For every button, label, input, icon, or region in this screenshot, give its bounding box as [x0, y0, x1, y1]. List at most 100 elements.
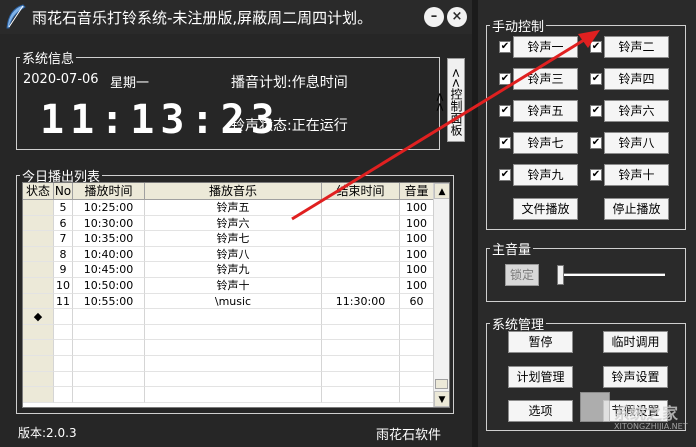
time-cell: 10:55:00	[73, 293, 145, 310]
bell-ten-checkbox[interactable]: ✔	[590, 169, 602, 181]
column-header-volume[interactable]: 音量	[400, 183, 434, 200]
number-cell: 7	[54, 231, 73, 247]
number-cell: 10	[54, 277, 73, 294]
bell-six-button[interactable]: 铃声六	[604, 100, 669, 122]
table-row[interactable]	[23, 340, 434, 356]
plan-management-button[interactable]: 计划管理	[508, 366, 573, 388]
scroll-up-icon[interactable]: ▲	[434, 183, 449, 199]
number-cell: 11	[54, 293, 73, 310]
table-row[interactable]: ◆	[23, 309, 434, 325]
music-cell: 铃声八	[145, 246, 322, 263]
company-label: 雨花石软件	[376, 428, 442, 443]
status-cell: ◆	[23, 309, 54, 325]
bell-four-button[interactable]: 铃声四	[604, 68, 669, 90]
column-header-status[interactable]: 状态	[23, 183, 54, 200]
slider-handle[interactable]	[557, 265, 564, 285]
bell-two-checkbox[interactable]: ✔	[590, 41, 602, 53]
bell-ten-button[interactable]: 铃声十	[604, 164, 669, 186]
column-header-music[interactable]: 播放音乐	[145, 183, 322, 200]
volume-cell	[400, 309, 434, 325]
volume-cell: 100	[400, 277, 434, 294]
lock-button[interactable]: 锁定	[505, 264, 539, 286]
end-time-cell	[322, 387, 400, 403]
table-row[interactable]: 10 10:50:00 铃声十 100	[23, 277, 434, 294]
bell-seven-button[interactable]: 铃声七	[513, 132, 578, 154]
table-row[interactable]: 7 10:35:00 铃声七 100	[23, 231, 434, 247]
close-button[interactable]: ×	[447, 7, 467, 27]
bell-nine-button[interactable]: 铃声九	[513, 164, 578, 186]
table-row[interactable]: 8 10:40:00 铃声八 100	[23, 246, 434, 263]
status-cell	[23, 262, 54, 278]
table-row[interactable]: 9 10:45:00 铃声九 100	[23, 262, 434, 278]
number-cell: 5	[54, 200, 73, 216]
time-cell: 10:25:00	[73, 200, 145, 216]
bell-one-checkbox[interactable]: ✔	[499, 41, 511, 53]
scroll-down-icon[interactable]: ▼	[434, 391, 449, 407]
music-cell: 铃声六	[145, 215, 322, 232]
control-panel-toggle[interactable]: <<控制面板<<	[433, 58, 465, 142]
pause-button[interactable]: 暂停	[508, 331, 573, 353]
end-time-cell	[322, 200, 400, 216]
bell-two-button[interactable]: 铃声二	[604, 36, 669, 58]
temp-call-button[interactable]: 临时调用	[603, 331, 668, 353]
bell-eight-button[interactable]: 铃声八	[604, 132, 669, 154]
bell-seven-checkbox[interactable]: ✔	[499, 137, 511, 149]
music-cell	[145, 387, 322, 403]
file-play-button[interactable]: 文件播放	[513, 198, 578, 220]
bell-nine-checkbox[interactable]: ✔	[499, 169, 511, 181]
number-cell: 6	[54, 215, 73, 232]
table-row[interactable]: 6 10:30:00 铃声六 100	[23, 215, 434, 232]
music-cell	[145, 371, 322, 388]
music-cell: 铃声七	[145, 231, 322, 247]
table-row[interactable]	[23, 355, 434, 372]
table-row[interactable]: 11 10:55:00 \music 11:30:00 60	[23, 293, 434, 310]
stop-play-button[interactable]: 停止播放	[604, 198, 669, 220]
time-cell: 10:45:00	[73, 262, 145, 278]
status-cell	[23, 215, 54, 232]
bell-three-button[interactable]: 铃声三	[513, 68, 578, 90]
table-row[interactable]	[23, 387, 434, 403]
options-button[interactable]: 选项	[508, 400, 573, 422]
status-cell	[23, 355, 54, 372]
end-time-cell	[322, 246, 400, 263]
scroll-thumb[interactable]	[435, 379, 448, 389]
music-cell: 铃声九	[145, 262, 322, 278]
bell-three-checkbox[interactable]: ✔	[499, 73, 511, 85]
vertical-scrollbar[interactable]: ▲ ▼	[433, 183, 449, 407]
column-header-no[interactable]: No	[54, 183, 73, 200]
bell-five-button[interactable]: 铃声五	[513, 100, 578, 122]
end-time-cell	[322, 277, 400, 294]
table-row[interactable]: 5 10:25:00 铃声五 100	[23, 200, 434, 216]
column-header-time[interactable]: 播放时间	[73, 183, 145, 200]
column-header-end[interactable]: 结束时间	[322, 183, 400, 200]
end-time-cell	[322, 355, 400, 372]
table-body: 5 10:25:00 铃声五 100 6 10:30:00 铃声六 100 7 10:35:00 铃…	[23, 200, 434, 403]
time-cell	[73, 324, 145, 341]
title-bar[interactable]: 雨花石音乐打铃系统-未注册版,屏蔽周二周四计划。 – ×	[0, 0, 472, 34]
feather-icon	[6, 4, 26, 29]
master-volume-slider[interactable]	[553, 263, 669, 287]
current-date: 2020-07-06	[23, 72, 99, 87]
bell-one-button[interactable]: 铃声一	[513, 36, 578, 58]
bell-five-checkbox[interactable]: ✔	[499, 105, 511, 117]
number-cell: 9	[54, 262, 73, 278]
end-time-cell	[322, 231, 400, 247]
playlist-table[interactable]: 状态 No 播放时间 播放音乐 结束时间 音量 5 10:25:00 铃声五 100 6…	[22, 182, 450, 408]
slider-track	[557, 273, 665, 276]
status-cell	[23, 246, 54, 263]
bell-settings-button[interactable]: 铃声设置	[603, 366, 668, 388]
bell-six-checkbox[interactable]: ✔	[590, 105, 602, 117]
music-cell: 铃声十	[145, 277, 322, 294]
status-cell	[23, 324, 54, 341]
end-time-cell	[322, 371, 400, 388]
table-row[interactable]	[23, 324, 434, 341]
volume-cell: 100	[400, 200, 434, 216]
music-cell	[145, 355, 322, 372]
table-row[interactable]	[23, 371, 434, 388]
minimize-button[interactable]: –	[424, 7, 444, 27]
watermark-icon	[580, 392, 610, 422]
bell-eight-checkbox[interactable]: ✔	[590, 137, 602, 149]
master-volume-legend: 主音量	[492, 243, 532, 258]
volume-cell: 100	[400, 246, 434, 263]
bell-four-checkbox[interactable]: ✔	[590, 73, 602, 85]
